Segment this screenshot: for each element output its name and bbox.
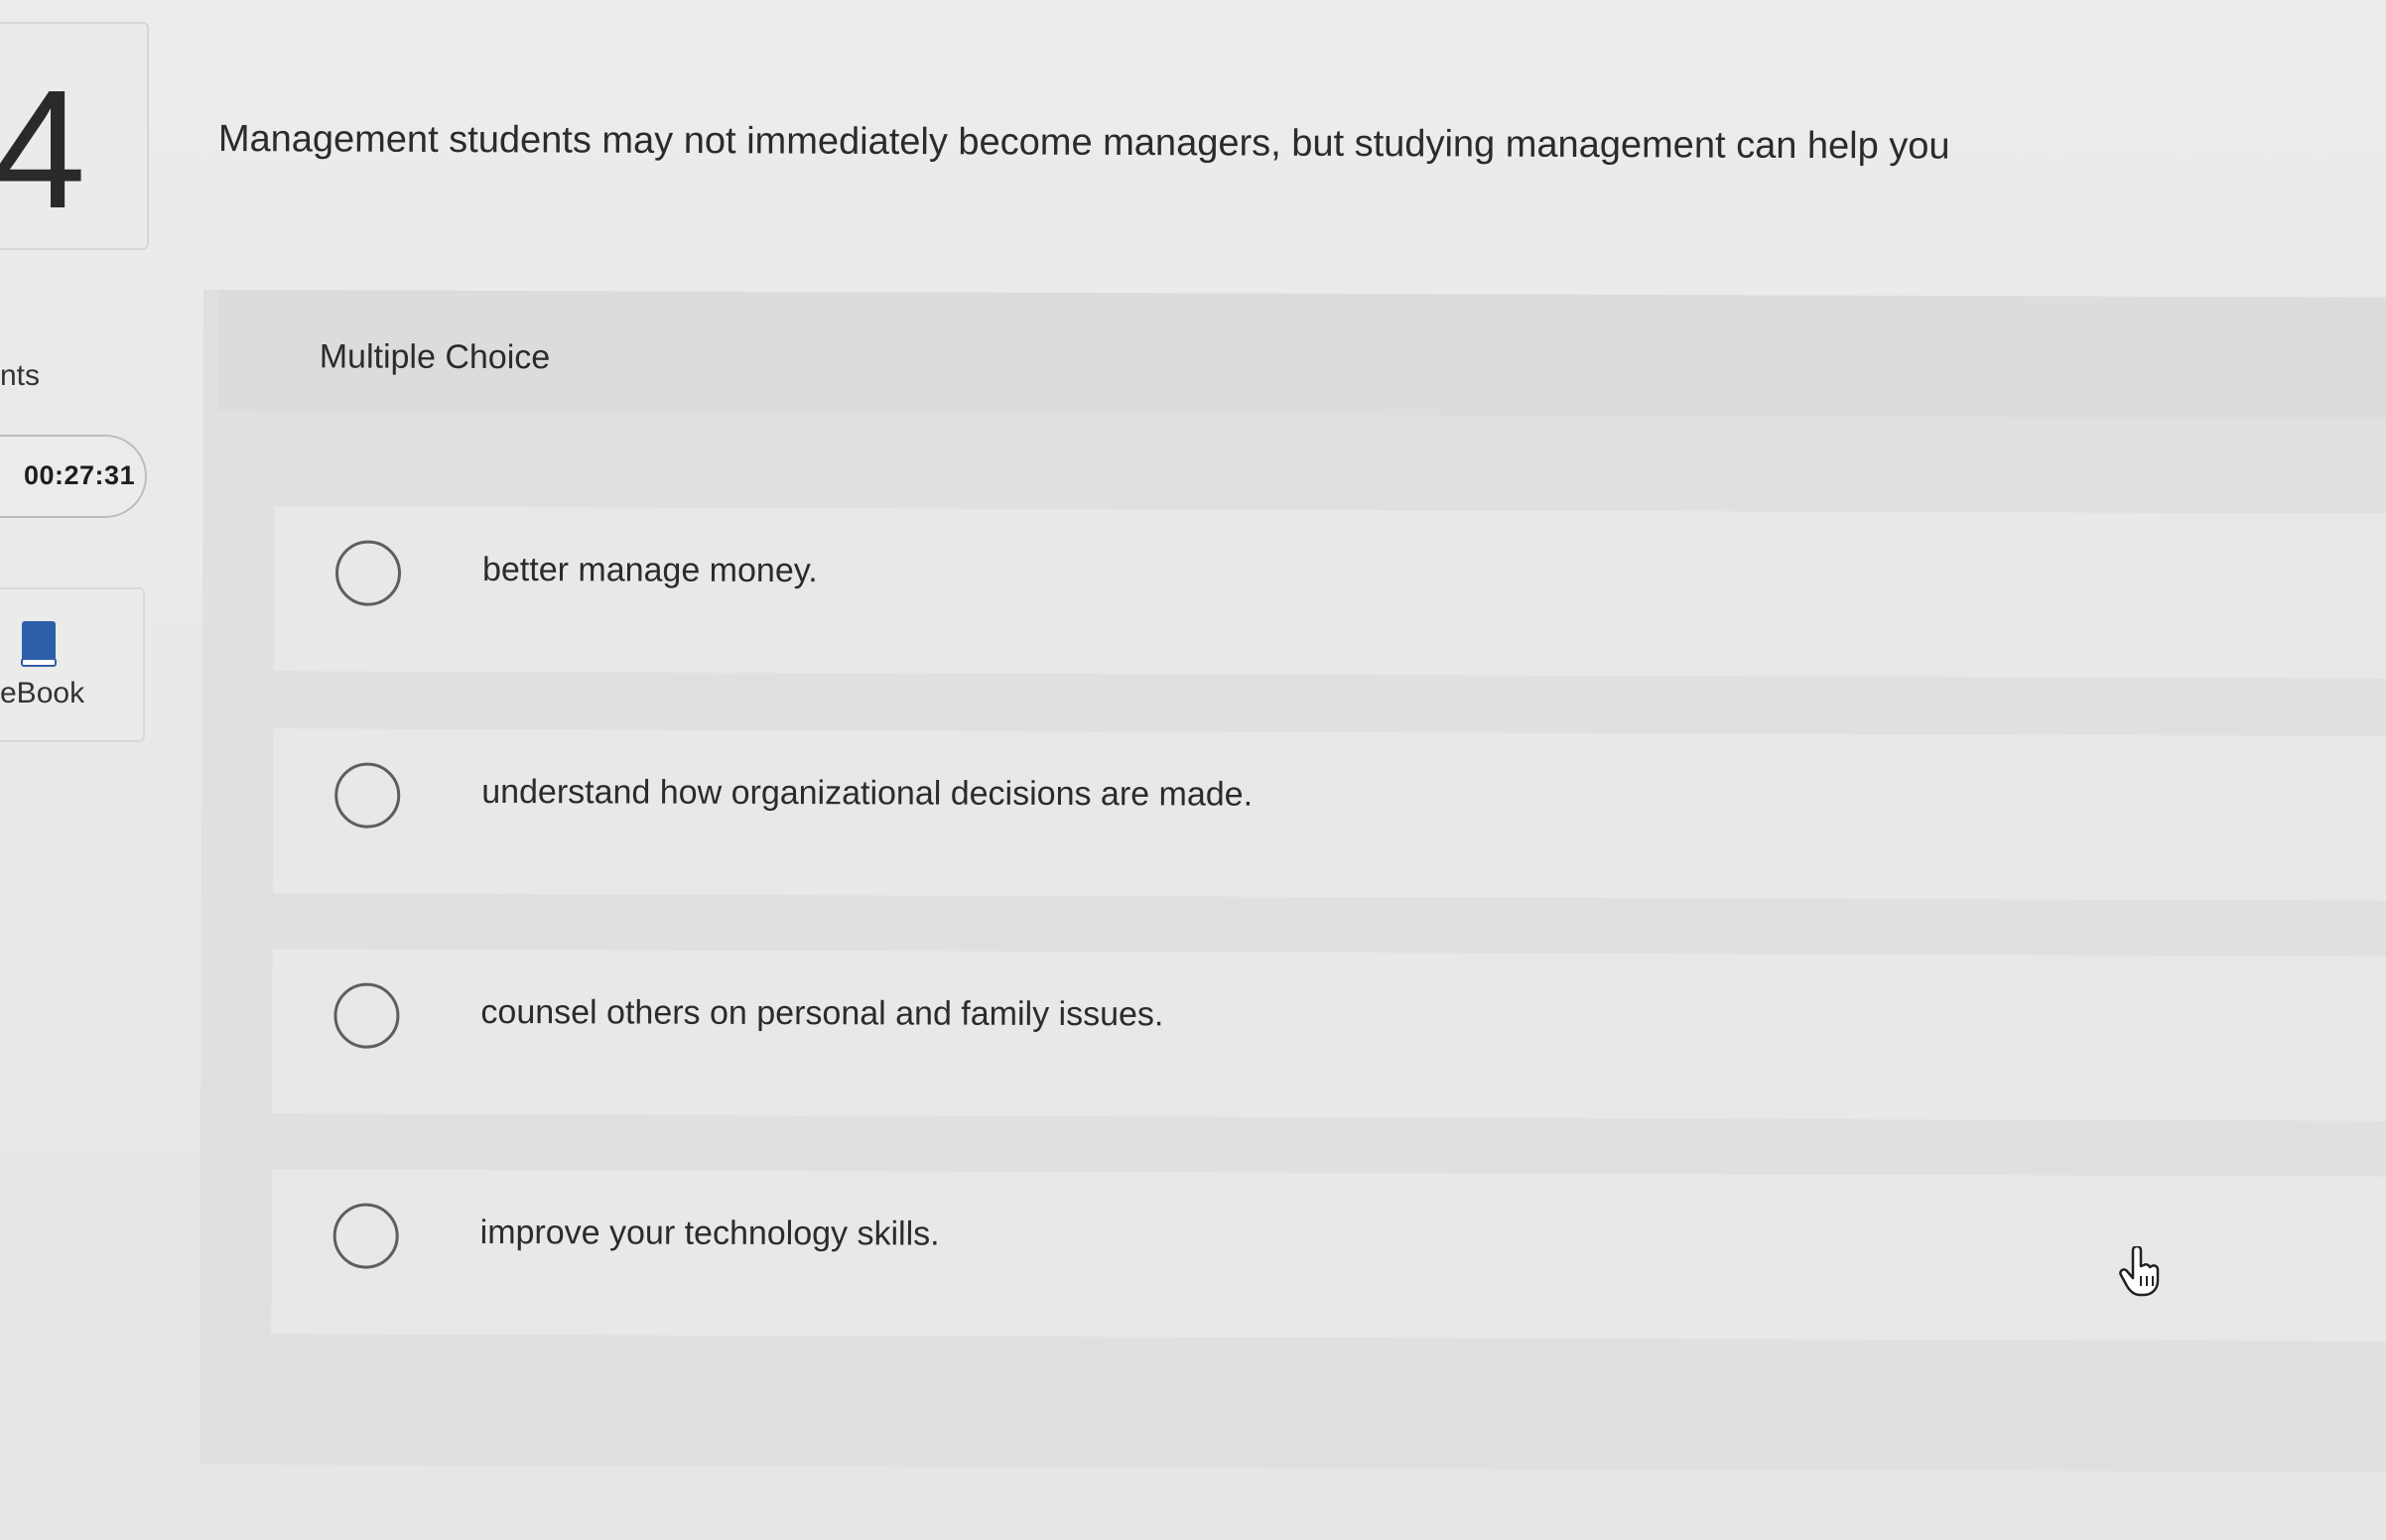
question-panel: Multiple Choice better manage money. und… bbox=[199, 290, 2386, 1473]
ebook-label: eBook bbox=[0, 677, 85, 709]
answer-option-label: counsel others on personal and family is… bbox=[480, 992, 1164, 1034]
quiz-page: 4 Management students may not immediatel… bbox=[0, 0, 2386, 1540]
answer-option[interactable]: better manage money. bbox=[273, 506, 2386, 679]
timer-value: 00:27:31 bbox=[24, 460, 136, 490]
radio-button[interactable] bbox=[334, 540, 402, 606]
answer-option-label: improve your technology skills. bbox=[479, 1213, 940, 1253]
question-number: 4 bbox=[0, 56, 86, 244]
answer-option-label: understand how organizational decisions … bbox=[481, 772, 1254, 814]
answer-option[interactable]: counsel others on personal and family is… bbox=[272, 949, 2386, 1121]
radio-button[interactable] bbox=[332, 1203, 399, 1269]
answer-option[interactable]: understand how organizational decisions … bbox=[272, 728, 2386, 901]
question-type-label: Multiple Choice bbox=[319, 337, 551, 377]
question-type-header: Multiple Choice bbox=[217, 290, 2386, 419]
timer[interactable]: 00:27:31 bbox=[0, 435, 147, 518]
answer-option[interactable]: improve your technology skills. bbox=[271, 1169, 2386, 1342]
question-text: Management students may not immediately … bbox=[217, 117, 1950, 168]
question-number-tile: 4 bbox=[0, 22, 149, 250]
hand-pointer-icon bbox=[2119, 1246, 2160, 1297]
answer-option-label: better manage money. bbox=[481, 550, 818, 590]
radio-button[interactable] bbox=[333, 982, 400, 1049]
ebook-button[interactable]: eBook bbox=[0, 587, 145, 742]
points-label: nts bbox=[0, 359, 41, 392]
book-icon bbox=[21, 621, 57, 667]
radio-button[interactable] bbox=[334, 762, 401, 829]
